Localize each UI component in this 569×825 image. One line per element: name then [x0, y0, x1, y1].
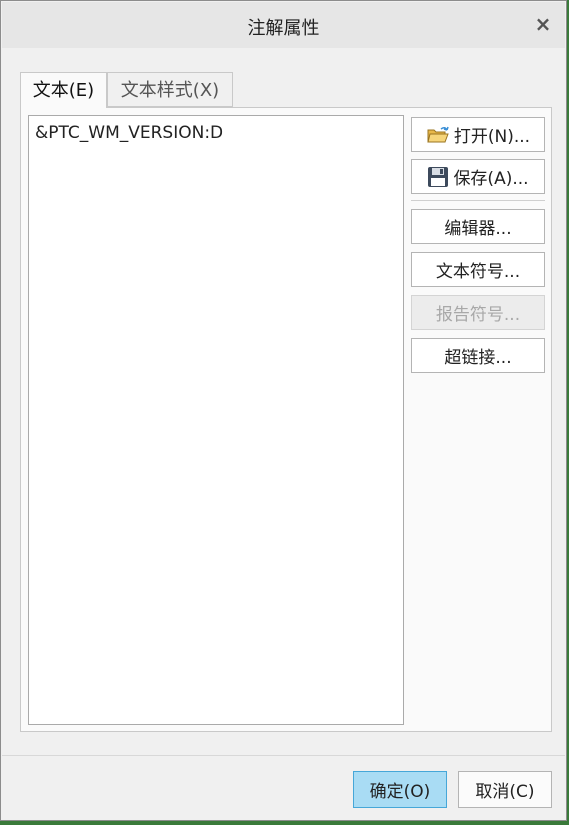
report-symbol-button: 报告符号...: [411, 295, 545, 330]
tab-text[interactable]: 文本(E): [20, 72, 107, 108]
save-button[interactable]: 保存(A)...: [411, 159, 545, 194]
tab-text-style[interactable]: 文本样式(X): [107, 72, 233, 107]
text-symbol-button[interactable]: 文本符号...: [411, 252, 545, 287]
tab-panel-text: &PTC_WM_VERSION:D 打开(N)... 保存(A)... 编辑器.…: [20, 107, 552, 732]
hyperlink-button[interactable]: 超链接...: [411, 338, 545, 373]
annotation-text-area[interactable]: &PTC_WM_VERSION:D: [28, 115, 404, 725]
button-separator: [411, 200, 545, 201]
editor-button[interactable]: 编辑器...: [411, 209, 545, 244]
folder-open-icon: [426, 125, 450, 145]
save-button-label: 保存(A)...: [453, 169, 529, 189]
dialog-title: 注解属性: [247, 18, 320, 39]
open-button-label: 打开(N)...: [453, 127, 531, 147]
footer-separator: [2, 755, 565, 756]
floppy-disk-icon: [427, 166, 449, 188]
cancel-button[interactable]: 取消(C): [458, 771, 552, 808]
open-button[interactable]: 打开(N)...: [411, 117, 545, 152]
ok-button[interactable]: 确定(O): [353, 771, 447, 808]
close-icon[interactable]: ×: [531, 12, 555, 36]
title-bar[interactable]: 注解属性 ×: [2, 2, 565, 48]
annotation-properties-dialog: 注解属性 × 文本(E) 文本样式(X) &PTC_WM_VERSION:D 打…: [0, 0, 567, 821]
